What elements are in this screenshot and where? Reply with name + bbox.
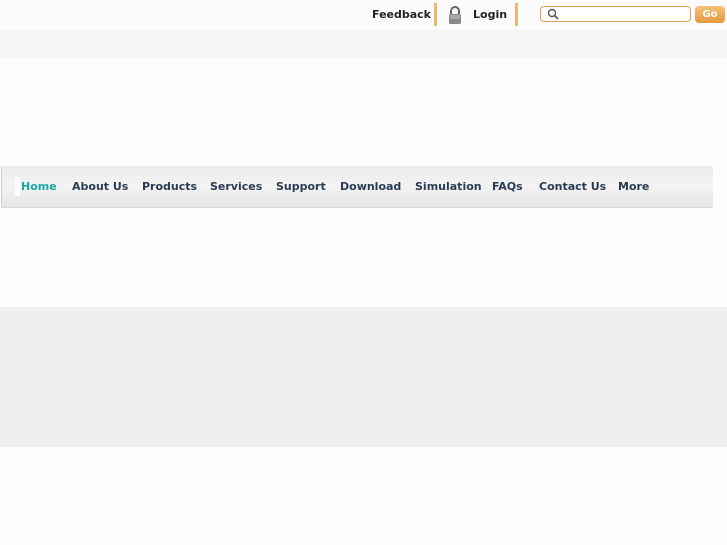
sub-bar [0, 30, 727, 58]
login-link[interactable]: Login [473, 8, 507, 21]
active-indicator [15, 177, 20, 196]
top-bar: Feedback Login Go [0, 0, 727, 30]
nav-item-contact-us[interactable]: Contact Us [539, 180, 606, 193]
lock-icon [449, 6, 461, 24]
nav-item-more[interactable]: More [618, 180, 649, 193]
go-button[interactable]: Go [695, 6, 725, 23]
nav-item-products[interactable]: Products [142, 180, 197, 193]
nav-item-faqs[interactable]: FAQs [492, 180, 523, 193]
separator [515, 3, 518, 26]
nav-item-home[interactable]: Home [21, 180, 57, 193]
nav-item-support[interactable]: Support [276, 180, 326, 193]
nav-item-simulation[interactable]: Simulation [415, 180, 482, 193]
content-band [0, 307, 727, 447]
search-input[interactable] [561, 7, 687, 21]
nav-item-download[interactable]: Download [340, 180, 401, 193]
nav-item-about-us[interactable]: About Us [72, 180, 128, 193]
main-nav: Home About Us Products Services Support … [1, 166, 713, 208]
nav-item-services[interactable]: Services [210, 180, 262, 193]
search-box[interactable] [540, 6, 691, 22]
feedback-link[interactable]: Feedback [372, 8, 431, 21]
separator [434, 3, 437, 26]
search-icon [547, 8, 559, 20]
